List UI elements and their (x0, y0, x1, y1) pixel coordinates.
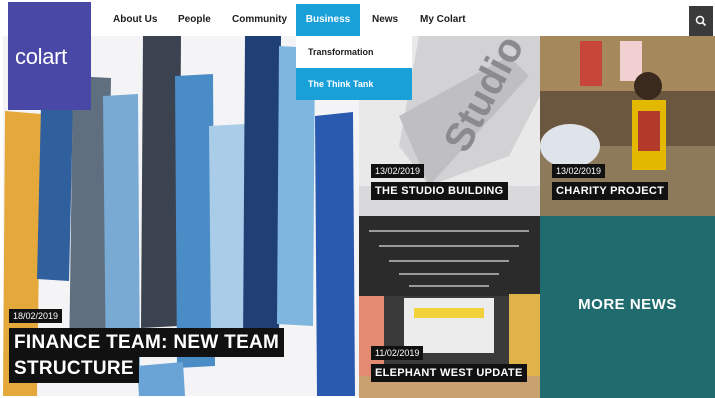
nav-item-news[interactable]: News (372, 4, 398, 36)
nav-item-about-us[interactable]: About Us (113, 4, 157, 36)
more-news-button[interactable]: MORE NEWS (540, 216, 715, 398)
nav-item-my-colart[interactable]: My Colart (420, 4, 466, 36)
colart-logo[interactable]: colart (8, 2, 91, 110)
nav-item-community[interactable]: Community (232, 4, 287, 36)
logo-text: colart (15, 44, 67, 69)
news-tile-elephant-west[interactable]: 11/02/2019 ELEPHANT WEST UPDATE (359, 216, 540, 398)
hero-date: 18/02/2019 (9, 309, 63, 323)
hero-title-line-1: FINANCE TEAM: NEW TEAM (9, 328, 285, 357)
news-page: About Us People Community Business News … (0, 0, 715, 398)
top-navigation: About Us People Community Business News … (0, 2, 715, 36)
dropdown-item-transformation[interactable]: Transformation (296, 36, 412, 68)
hero-title-line-2: STRUCTURE (9, 354, 139, 383)
business-dropdown: Transformation The Think Tank (296, 36, 412, 100)
search-button[interactable] (689, 6, 713, 36)
studio-date: 13/02/2019 (371, 164, 425, 178)
charity-date: 13/02/2019 (552, 164, 606, 178)
news-tile-charity-project[interactable]: 13/02/2019 CHARITY PROJECT (540, 36, 715, 216)
elephant-date: 11/02/2019 (371, 346, 424, 360)
more-news-label: MORE NEWS (578, 296, 677, 313)
search-icon (695, 15, 707, 27)
studio-title: THE STUDIO BUILDING (371, 182, 508, 200)
elephant-title: ELEPHANT WEST UPDATE (371, 364, 527, 382)
nav-item-business[interactable]: Business (296, 4, 360, 36)
charity-title: CHARITY PROJECT (552, 182, 669, 200)
dropdown-item-think-tank[interactable]: The Think Tank (296, 68, 412, 100)
nav-item-people[interactable]: People (178, 4, 211, 36)
